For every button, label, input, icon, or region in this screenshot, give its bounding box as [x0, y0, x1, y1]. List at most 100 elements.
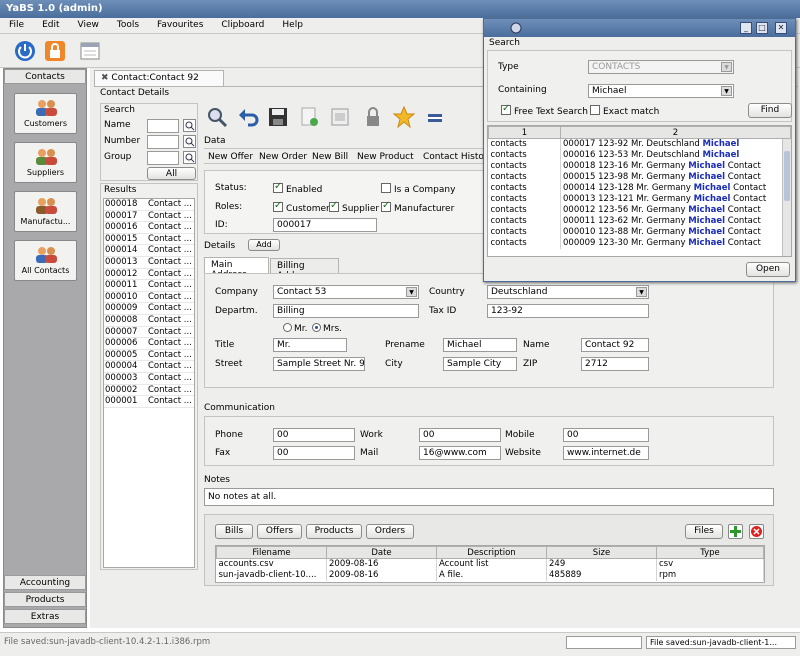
- work-field[interactable]: 00: [419, 428, 501, 442]
- add-detail-button[interactable]: Add: [248, 239, 280, 251]
- search-number-input[interactable]: [147, 135, 179, 149]
- result-row[interactable]: 000017 Contact ...: [104, 211, 194, 223]
- results-list[interactable]: 000018 Contact ... 000017 Contact ... 0000…: [103, 198, 195, 568]
- table-row[interactable]: accounts.csv 2009-08-16 Account list 249 csv: [216, 558, 764, 570]
- result-row[interactable]: 000014 Contact ...: [104, 245, 194, 257]
- result-row[interactable]: 000018 Contact ...: [104, 199, 194, 211]
- department-field[interactable]: Billing: [273, 304, 419, 318]
- search-group-input[interactable]: [147, 151, 179, 165]
- table-row[interactable]: contacts 000018 123-16 Mr. Germany Michae…: [488, 160, 791, 172]
- col-date[interactable]: Date: [326, 546, 437, 559]
- manufacturer-checkbox[interactable]: Manufacturer: [381, 200, 454, 214]
- clipboard-button[interactable]: [426, 106, 444, 131]
- result-row[interactable]: 000010 Contact ...: [104, 292, 194, 304]
- customer-checkbox[interactable]: Customer: [273, 200, 330, 214]
- is-company-checkbox[interactable]: Is a Company: [381, 183, 455, 195]
- containing-combobox[interactable]: Michael ▼: [588, 84, 734, 98]
- favourite-button[interactable]: [392, 105, 416, 131]
- minimize-button[interactable]: _: [740, 22, 752, 34]
- table-row[interactable]: contacts 000011 123-62 Mr. Germany Michae…: [488, 215, 791, 227]
- website-field[interactable]: www.internet.de: [563, 446, 649, 460]
- power-button[interactable]: [12, 38, 38, 64]
- add-file-button[interactable]: [728, 524, 743, 539]
- menu-help[interactable]: Help: [273, 18, 312, 30]
- result-row[interactable]: 000008 Contact ...: [104, 315, 194, 327]
- nav-accounting[interactable]: Accounting: [4, 575, 86, 590]
- col-1[interactable]: 1: [488, 126, 561, 139]
- search-group-button[interactable]: [183, 151, 196, 164]
- remove-file-button[interactable]: [749, 524, 764, 539]
- close-button[interactable]: ✕: [775, 22, 787, 34]
- title-field[interactable]: Mr.: [273, 338, 347, 352]
- table-row[interactable]: sun-javadb-client-10.... 2009-08-16 A file…: [216, 569, 764, 581]
- print-preview-button[interactable]: [329, 106, 351, 131]
- result-row[interactable]: 000007 Contact ...: [104, 327, 194, 339]
- street-field[interactable]: Sample Street Nr. 92: [273, 357, 365, 371]
- mail-field[interactable]: 16@www.com: [419, 446, 501, 460]
- result-row[interactable]: 000005 Contact ...: [104, 350, 194, 362]
- table-row[interactable]: contacts 000012 123-56 Mr. Germany Michae…: [488, 204, 791, 216]
- table-row[interactable]: contacts 000009 123-30 Mr. Germany Michae…: [488, 237, 791, 249]
- result-row[interactable]: 000016 Contact ...: [104, 222, 194, 234]
- nav-extras[interactable]: Extras: [4, 609, 86, 624]
- phone-field[interactable]: 00: [273, 428, 355, 442]
- menu-clipboard[interactable]: Clipboard: [212, 18, 273, 30]
- col-type[interactable]: Type: [656, 546, 764, 559]
- tab-main-address[interactable]: Main Address: [204, 257, 269, 280]
- find-button[interactable]: Find: [748, 103, 792, 118]
- menu-tools[interactable]: Tools: [108, 18, 148, 30]
- result-row[interactable]: 000006 Contact ...: [104, 338, 194, 350]
- new-offer-link[interactable]: New Offer: [208, 152, 253, 162]
- result-row[interactable]: 000009 Contact ...: [104, 303, 194, 315]
- lock-record-button[interactable]: [362, 106, 384, 131]
- search-button[interactable]: [206, 106, 228, 131]
- save-button[interactable]: [267, 106, 289, 131]
- new-bill-link[interactable]: New Bill: [312, 152, 348, 162]
- notes-field[interactable]: No notes at all.: [204, 488, 774, 506]
- result-row[interactable]: 000013 Contact ...: [104, 257, 194, 269]
- search-name-input[interactable]: [147, 119, 179, 133]
- zip-field[interactable]: 2712: [581, 357, 649, 371]
- country-select[interactable]: Deutschland ▼: [487, 285, 649, 299]
- table-row[interactable]: contacts 000014 123-128 Mr. Germany Micha…: [488, 182, 791, 194]
- menu-edit[interactable]: Edit: [33, 18, 68, 30]
- open-button[interactable]: Open: [746, 262, 790, 277]
- exact-match-checkbox[interactable]: Exact match: [590, 105, 659, 117]
- menu-view[interactable]: View: [69, 18, 108, 30]
- tab-billing-address[interactable]: Billing Address: [270, 258, 339, 281]
- col-2[interactable]: 2: [560, 126, 791, 139]
- nav-all-contacts-button[interactable]: All Contacts: [14, 240, 77, 281]
- table-row[interactable]: contacts 000010 123-88 Mr. Germany Michae…: [488, 226, 791, 238]
- col-filename[interactable]: Filename: [216, 546, 327, 559]
- free-text-checkbox[interactable]: Free Text Search: [501, 103, 588, 117]
- scrollbar-thumb[interactable]: [784, 151, 790, 201]
- dialog-title-bar[interactable]: _ □ ✕: [484, 19, 795, 37]
- menu-favourites[interactable]: Favourites: [148, 18, 212, 30]
- fax-field[interactable]: 00: [273, 446, 355, 460]
- new-order-link[interactable]: New Order: [259, 152, 307, 162]
- result-row[interactable]: 000011 Contact ...: [104, 280, 194, 292]
- result-row[interactable]: 000012 Contact ...: [104, 269, 194, 281]
- calendar-button[interactable]: [77, 38, 103, 64]
- lock-button[interactable]: [42, 38, 68, 64]
- bills-button[interactable]: Bills: [215, 524, 253, 539]
- table-row[interactable]: contacts 000015 123-98 Mr. Germany Michae…: [488, 171, 791, 183]
- menu-file[interactable]: File: [0, 18, 33, 30]
- nav-manufacturers-button[interactable]: Manufactu...: [14, 191, 77, 232]
- table-row[interactable]: contacts 000013 123-121 Mr. Germany Micha…: [488, 193, 791, 205]
- search-number-button[interactable]: [183, 135, 196, 148]
- search-all-button[interactable]: All: [147, 167, 196, 180]
- result-row[interactable]: 000015 Contact ...: [104, 234, 194, 246]
- result-row[interactable]: 000003 Contact ...: [104, 373, 194, 385]
- table-row[interactable]: contacts 000017 123-92 Mr. Deutschland Mi…: [488, 138, 791, 150]
- new-document-button[interactable]: [298, 106, 320, 131]
- nav-header-contacts[interactable]: Contacts: [4, 69, 86, 84]
- search-name-button[interactable]: [183, 119, 196, 132]
- result-row[interactable]: 000002 Contact ...: [104, 385, 194, 397]
- enabled-checkbox[interactable]: Enabled: [273, 181, 322, 195]
- nav-customers-button[interactable]: Customers: [14, 93, 77, 134]
- close-tab-icon[interactable]: ✖: [101, 73, 109, 83]
- mr-radio[interactable]: Mr.: [283, 323, 308, 334]
- supplier-checkbox[interactable]: Supplier: [329, 200, 379, 214]
- files-button[interactable]: Files: [685, 524, 723, 539]
